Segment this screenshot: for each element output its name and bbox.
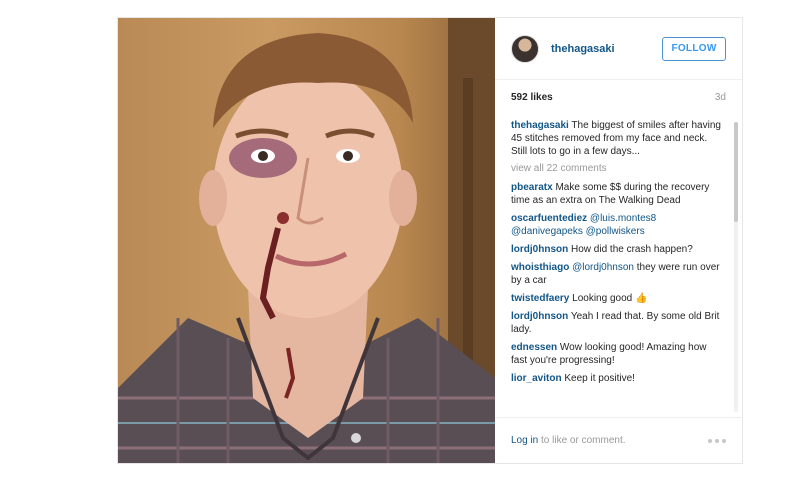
comment-text: How did the crash happen?	[571, 244, 693, 255]
post-sidebar: thehagasaki FOLLOW 592 likes 3d thehagas…	[495, 18, 742, 463]
likes-count[interactable]: 592 likes	[511, 92, 553, 103]
instagram-post: thehagasaki FOLLOW 592 likes 3d thehagas…	[117, 17, 743, 464]
post-username[interactable]: thehagasaki	[551, 43, 615, 55]
post-meta: 592 likes 3d	[495, 80, 742, 114]
comments-scrollbar[interactable]	[734, 122, 738, 412]
comment-username[interactable]: lior_aviton	[511, 373, 562, 384]
comment-item: lordj0hnson Yeah I read that. By some ol…	[511, 310, 724, 336]
comments-list: thehagasaki The biggest of smiles after …	[495, 119, 742, 417]
dot	[708, 438, 712, 443]
comment-username[interactable]: whoisthiago	[511, 262, 569, 273]
comment-item: lior_aviton Keep it positive!	[511, 372, 724, 385]
scrollbar-thumb[interactable]	[734, 122, 738, 222]
caption: thehagasaki The biggest of smiles after …	[511, 119, 724, 158]
follow-button[interactable]: FOLLOW	[662, 36, 726, 61]
comment-item: ednessen Wow looking good! Amazing how f…	[511, 341, 724, 367]
login-prompt-text: to like or comment.	[538, 435, 626, 446]
comment-username[interactable]: lordj0hnson	[511, 311, 568, 322]
comment-username[interactable]: ednessen	[511, 342, 557, 353]
post-time[interactable]: 3d	[715, 92, 726, 103]
comment-username[interactable]: lordj0hnson	[511, 244, 568, 255]
comment-item: lordj0hnson How did the crash happen?	[511, 243, 724, 256]
comment-mention[interactable]: @lordj0hnson	[572, 262, 634, 273]
comment-username[interactable]: oscarfuentediez	[511, 213, 587, 224]
dot	[715, 438, 719, 443]
post-photo[interactable]	[118, 18, 495, 463]
comment-item: twistedfaery Looking good 👍	[511, 292, 724, 305]
comment-item: whoisthiago @lordj0hnson they were run o…	[511, 261, 724, 287]
caption-username[interactable]: thehagasaki	[511, 120, 569, 131]
comment-item: oscarfuentediez @luis.montes8 @danivegap…	[511, 212, 724, 238]
post-photo-illustration	[118, 18, 495, 463]
login-prompt: Log in to like or comment.	[511, 435, 626, 446]
post-header: thehagasaki FOLLOW	[495, 18, 742, 80]
comment-username[interactable]: pbearatx	[511, 182, 553, 193]
more-options-icon[interactable]	[708, 438, 726, 443]
post-footer: Log in to like or comment.	[495, 417, 742, 463]
comment-text: Looking good	[572, 293, 633, 304]
comment-text: Keep it positive!	[564, 373, 635, 384]
avatar[interactable]	[511, 34, 539, 63]
login-link[interactable]: Log in	[511, 435, 538, 446]
comment-username[interactable]: twistedfaery	[511, 293, 569, 304]
view-all-comments-link[interactable]: view all 22 comments	[511, 163, 724, 174]
thumbs-up-emoji-icon: 👍	[634, 293, 648, 304]
dot	[722, 438, 726, 443]
comment-item: pbearatx Make some $$ during the recover…	[511, 181, 724, 207]
